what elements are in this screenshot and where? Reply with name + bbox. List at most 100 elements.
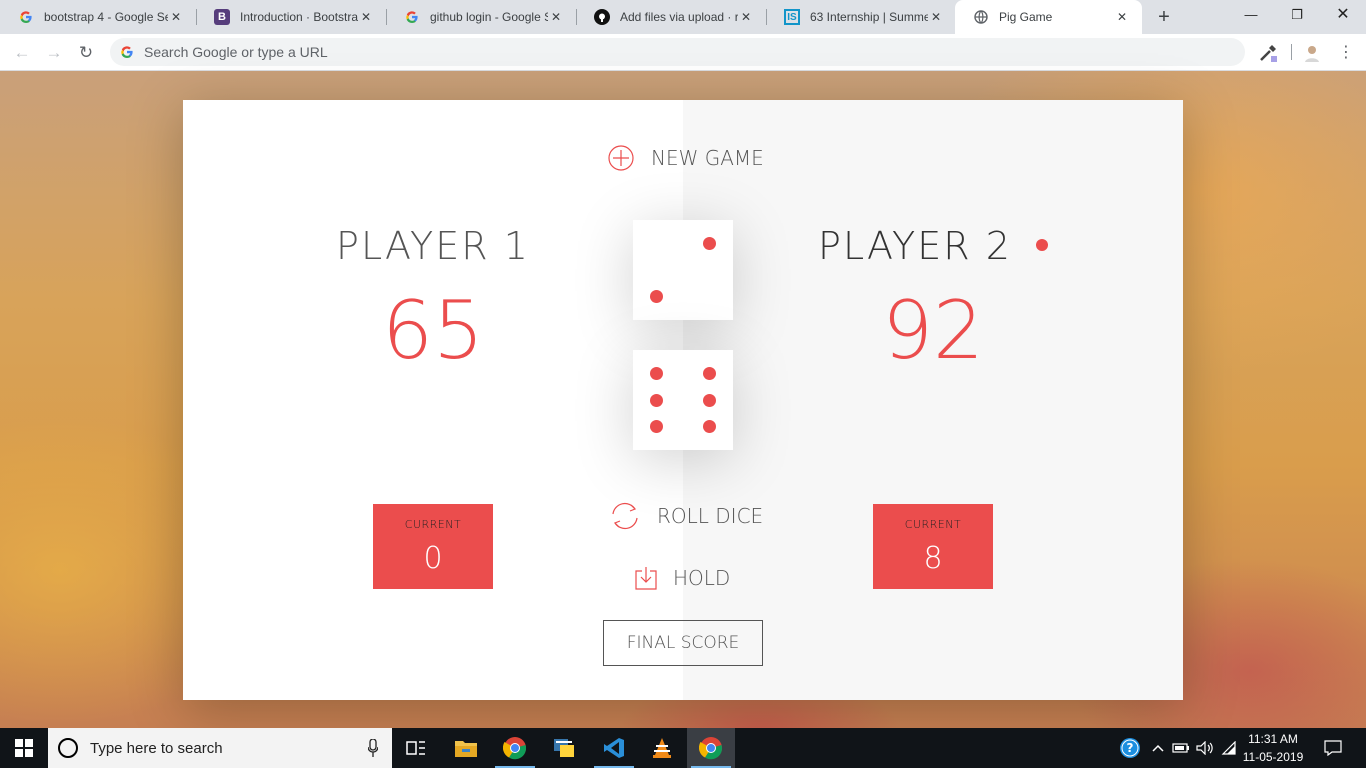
taskbar-search-input[interactable]: [90, 739, 350, 757]
tab-title: Introduction · Bootstrap: [240, 10, 358, 24]
browser-menu-icon[interactable]: ⋮: [1334, 41, 1358, 65]
dice-2: [633, 350, 733, 450]
google-icon: [18, 9, 34, 25]
new-game-label: New game: [651, 146, 764, 170]
close-tab-icon[interactable]: ✕: [928, 10, 944, 24]
system-clock[interactable]: 11:31 AM 11-05-2019: [1240, 730, 1306, 766]
vlc-icon[interactable]: [638, 728, 686, 768]
tab-bootstrap-search[interactable]: bootstrap 4 - Google Se ✕: [0, 0, 196, 34]
google-icon: [404, 9, 420, 25]
volume-icon[interactable]: [1194, 728, 1216, 768]
url-input[interactable]: [144, 44, 1044, 60]
battery-icon[interactable]: [1170, 728, 1192, 768]
forward-button[interactable]: →: [42, 41, 66, 65]
wifi-icon[interactable]: [1218, 728, 1240, 768]
dice-pip: [702, 236, 716, 250]
tab-github-upload[interactable]: Add files via upload · ris ✕: [576, 0, 766, 34]
internshala-icon: IS: [784, 9, 800, 25]
clock-date: 11-05-2019: [1242, 750, 1304, 764]
tab-title: Pig Game: [999, 10, 1053, 24]
tab-title: Add files via upload · ris: [620, 10, 738, 24]
python-icon[interactable]: [540, 728, 588, 768]
roll-dice-button[interactable]: Roll dice: [609, 501, 763, 531]
restore-window-button[interactable]: ❐: [1274, 0, 1320, 30]
close-tab-icon[interactable]: ✕: [548, 10, 564, 24]
tab-bootstrap-intro[interactable]: B Introduction · Bootstrap ✕: [196, 0, 386, 34]
chrome-icon[interactable]: [687, 728, 735, 768]
new-game-button[interactable]: New game: [607, 144, 764, 172]
google-icon: [121, 46, 133, 58]
pig-game-wrapper: Player 1 65 Current 0 Player 2 92 Curren…: [183, 100, 1183, 700]
player-1-score: 65: [382, 284, 484, 377]
globe-icon: [973, 9, 989, 25]
dice-pip: [649, 393, 663, 407]
roll-dice-label: Roll dice: [657, 504, 764, 528]
plus-circle-icon: [607, 144, 635, 172]
close-tab-icon[interactable]: ✕: [168, 10, 184, 24]
cortana-icon: [58, 738, 78, 758]
current-label: Current: [404, 518, 462, 531]
browser-tab-strip: bootstrap 4 - Google Se ✕ B Introduction…: [0, 0, 1366, 34]
player-2-score: 92: [882, 284, 984, 377]
new-tab-button[interactable]: +: [1153, 6, 1175, 28]
player-1-current-box: Current 0: [373, 504, 493, 589]
chrome-icon[interactable]: [491, 728, 539, 768]
chevron-up-icon[interactable]: [1148, 728, 1168, 768]
player-1-current-score: 0: [423, 541, 443, 576]
player-name-text: Player 1: [336, 224, 530, 268]
browser-toolbar: ← → ↻ ⋮: [0, 34, 1366, 71]
tab-title: 63 Internship | Summer: [810, 10, 928, 24]
final-score-placeholder: FINAL SCORE: [626, 633, 740, 653]
tab-internshala[interactable]: IS 63 Internship | Summer ✕: [766, 0, 956, 34]
reload-button[interactable]: ↻: [74, 41, 98, 65]
minimize-window-button[interactable]: —: [1228, 0, 1274, 30]
tab-title: github login - Google S: [430, 10, 548, 24]
player-2-current-box: Current 8: [873, 504, 993, 589]
download-icon: [635, 566, 657, 590]
hold-button[interactable]: Hold: [635, 566, 730, 590]
dice-pip: [702, 419, 716, 433]
dice-pip: [702, 366, 716, 380]
taskbar-search[interactable]: [48, 728, 392, 768]
address-bar[interactable]: [110, 38, 1245, 66]
player-1-panel: Player 1 65 Current 0: [183, 100, 683, 700]
bootstrap-icon: B: [214, 9, 230, 25]
dice-pip: [649, 419, 663, 433]
tab-pig-game[interactable]: Pig Game ✕: [955, 0, 1142, 34]
notifications-icon[interactable]: [1318, 728, 1348, 768]
final-score-input[interactable]: FINAL SCORE: [603, 620, 763, 666]
task-view-icon[interactable]: [392, 728, 440, 768]
close-window-button[interactable]: ✕: [1320, 0, 1366, 30]
vscode-icon[interactable]: [590, 728, 638, 768]
windows-logo-icon: [15, 739, 33, 757]
microphone-icon[interactable]: [368, 739, 378, 757]
windows-taskbar: ? 11:31 AM 11-05-2019: [0, 728, 1366, 768]
file-explorer-icon[interactable]: [442, 728, 490, 768]
close-tab-icon[interactable]: ✕: [358, 10, 374, 24]
help-icon[interactable]: ?: [1116, 728, 1144, 768]
current-label: Current: [904, 518, 962, 531]
dice-pip: [702, 393, 716, 407]
player-1-name: Player 1: [183, 224, 683, 268]
active-player-indicator: [1035, 238, 1048, 251]
player-2-name: Player 2: [683, 224, 1183, 268]
back-button[interactable]: ←: [10, 41, 34, 65]
color-picker-extension-icon[interactable]: [1257, 42, 1279, 64]
player-name-text: Player 2: [818, 224, 1012, 268]
refresh-icon: [609, 501, 641, 531]
github-icon: [594, 9, 610, 25]
profile-avatar-icon[interactable]: [1301, 42, 1323, 64]
start-button[interactable]: [0, 728, 48, 768]
dice-1: [633, 220, 733, 320]
toolbar-separator: [1291, 44, 1292, 60]
dice-pip: [649, 366, 663, 380]
tab-title: bootstrap 4 - Google Se: [44, 10, 168, 24]
tab-github-login-search[interactable]: github login - Google S ✕: [386, 0, 576, 34]
player-2-panel: Player 2 92 Current 8: [683, 100, 1183, 700]
close-tab-icon[interactable]: ✕: [1114, 10, 1130, 24]
dice-pip: [649, 289, 663, 303]
hold-label: Hold: [673, 566, 731, 590]
svg-text:?: ?: [1127, 741, 1134, 755]
close-tab-icon[interactable]: ✕: [738, 10, 754, 24]
player-2-current-score: 8: [923, 541, 943, 576]
